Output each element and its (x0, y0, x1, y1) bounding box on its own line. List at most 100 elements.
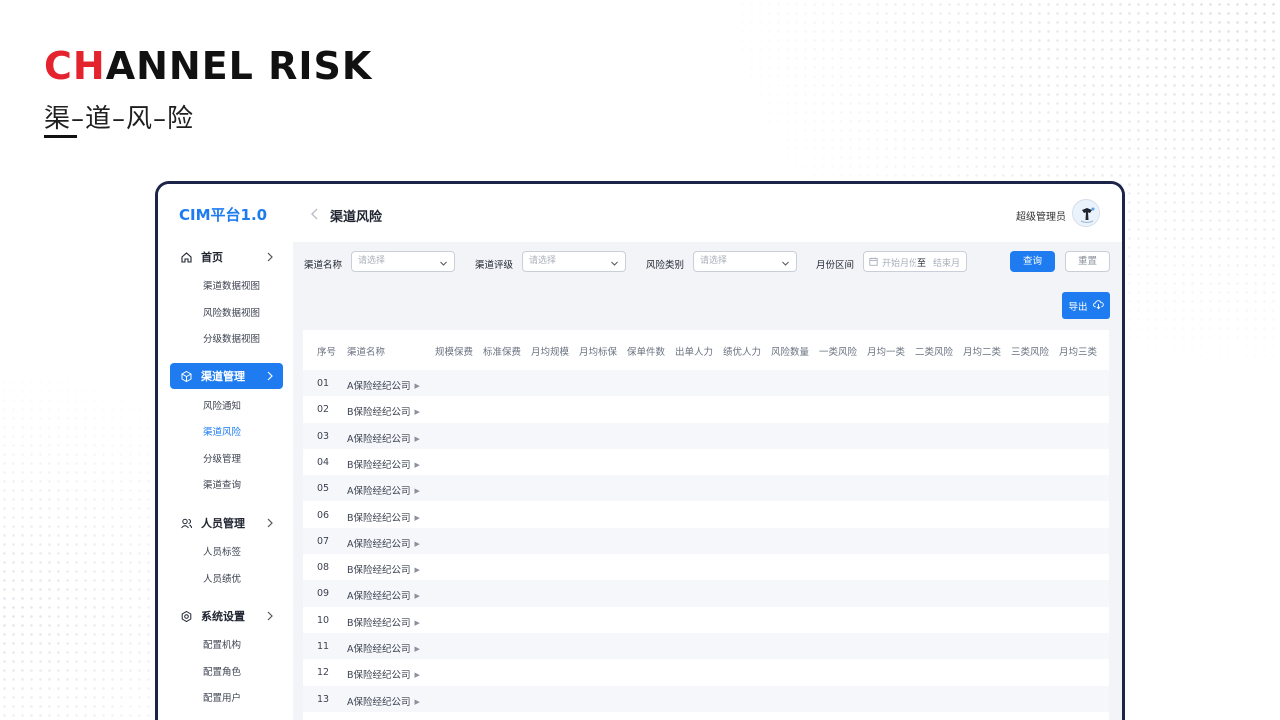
table-row[interactable]: 02 B保险经纪公司 ▶ (303, 396, 1109, 423)
row-number: 03 (317, 430, 330, 442)
sidebar-item-config-user[interactable]: 配置用户 (203, 690, 241, 704)
table-row[interactable]: 04 B保险经纪公司 ▶ (303, 448, 1109, 476)
table-row[interactable]: 14B保险经纪公司▶ (303, 711, 1109, 720)
sidebar-group-label: 系统设置 (201, 610, 245, 623)
table-row[interactable]: 12 B保险经纪公司 ▶ (303, 659, 1109, 686)
channel-name-text: A保险经纪公司 (347, 538, 411, 550)
caret-right-icon[interactable]: ▶ (415, 671, 420, 679)
table-row[interactable]: 10 B保险经纪公司 ▶ (303, 606, 1109, 633)
sidebar-item-staff-tags[interactable]: 人员标签 (203, 544, 241, 558)
hero-title: CHANNEL RISK (44, 44, 372, 88)
select-placeholder: 请选择 (700, 256, 728, 266)
sidebar-item-grade-management[interactable]: 分级管理 (203, 451, 241, 465)
data-table: 序号 渠道名称 规模保费 标准保费 月均规模 月均标保 保单件数 出单人力 绩优人力 风险数量 一类… (303, 330, 1109, 720)
row-number: 13 (317, 693, 330, 705)
sidebar-item-risk-notice[interactable]: 风险通知 (203, 398, 241, 412)
row-number: 11 (317, 641, 330, 652)
main-content: 渠道名称 请选择 渠道评级 请选择 风险类别 请选择 月份区间 开始月份 至 结… (293, 242, 1122, 720)
channel-name-cell[interactable]: A保险经纪公司 ▶ (347, 483, 420, 497)
sidebar-item-channel-query[interactable]: 渠道查询 (203, 477, 241, 491)
caret-right-icon[interactable]: ▶ (415, 566, 420, 574)
back-arrow-icon[interactable] (308, 206, 322, 220)
chevron-right-icon (265, 251, 275, 263)
table-row[interactable]: 03 A保险经纪公司 ▶ (303, 422, 1109, 449)
channel-name-cell[interactable]: B保险经纪公司 ▶ (347, 404, 420, 418)
column-header: 规模保费 (435, 347, 474, 358)
chevron-down-icon (439, 257, 448, 266)
sidebar-item-channel-risk[interactable]: 渠道风险 (203, 424, 241, 438)
table-row[interactable]: 07 A保险经纪公司 ▶ (303, 527, 1109, 555)
caret-right-icon[interactable]: ▶ (415, 592, 420, 600)
chevron-right-icon (265, 517, 275, 529)
column-header: 二类风险 (915, 347, 954, 358)
column-header: 月均一类 (867, 347, 906, 358)
gear-icon (180, 610, 193, 623)
caret-right-icon[interactable]: ▶ (415, 461, 420, 469)
page-title: 渠道风险 (330, 210, 383, 225)
channel-name-cell[interactable]: A保险经纪公司 ▶ (347, 431, 420, 445)
caret-right-icon[interactable]: ▶ (415, 619, 420, 627)
sidebar-group-system-settings[interactable]: 系统设置 (170, 603, 283, 629)
channel-name-cell[interactable]: B保险经纪公司 ▶ (347, 615, 420, 629)
caret-right-icon[interactable]: ▶ (415, 382, 420, 390)
risk-type-select[interactable]: 请选择 (693, 251, 797, 272)
sidebar-group-channel-management[interactable]: 渠道管理 (170, 363, 283, 389)
row-number: 01 (317, 378, 330, 389)
sidebar-item-grade-data-view[interactable]: 分级数据视图 (203, 331, 260, 345)
caret-right-icon[interactable]: ▶ (415, 487, 420, 495)
table-row[interactable]: 08 B保险经纪公司 ▶ (303, 554, 1109, 581)
user-name[interactable]: 超级管理员 (1016, 208, 1066, 223)
reset-button[interactable]: 重置 (1065, 251, 1110, 272)
sidebar-item-config-org[interactable]: 配置机构 (203, 637, 241, 651)
sidebar: 首页 渠道数据视图 风险数据视图 分级数据视图 渠道管理 风险通知 渠道风险 分… (158, 242, 293, 720)
channel-name-cell[interactable]: B保险经纪公司 ▶ (347, 562, 420, 576)
month-range-picker[interactable]: 开始月份 至 结束月 (863, 251, 967, 272)
caret-right-icon[interactable]: ▶ (415, 540, 420, 548)
table-row[interactable]: 11 A保险经纪公司 ▶ (303, 633, 1109, 660)
sidebar-item-config-role[interactable]: 配置角色 (203, 664, 241, 678)
query-button[interactable]: 查询 (1010, 251, 1055, 272)
channel-name-cell[interactable]: B保险经纪公司 ▶ (347, 457, 420, 471)
channel-rating-select[interactable]: 请选择 (522, 251, 626, 272)
column-header: 序号 (317, 347, 337, 358)
sidebar-item-staff-performance[interactable]: 人员绩优 (203, 571, 241, 585)
channel-name-cell[interactable]: A保险经纪公司 ▶ (347, 378, 420, 392)
hero-title-accent: CH (44, 44, 106, 88)
channel-name-cell[interactable]: A保险经纪公司 ▶ (347, 694, 420, 708)
caret-right-icon[interactable]: ▶ (415, 698, 420, 706)
table-row[interactable]: 06 B保险经纪公司 ▶ (303, 501, 1109, 528)
channel-name-cell[interactable]: B保险经纪公司 ▶ (347, 667, 420, 681)
caret-right-icon[interactable]: ▶ (415, 408, 420, 416)
channel-name-text: A保险经纪公司 (347, 644, 411, 655)
sidebar-item-risk-data-view[interactable]: 风险数据视图 (203, 305, 260, 319)
brand-logo[interactable]: CIM平台1.0 (179, 204, 267, 225)
sidebar-group-staff-management[interactable]: 人员管理 (170, 510, 283, 536)
sidebar-group-home[interactable]: 首页 (170, 244, 283, 270)
caret-right-icon[interactable]: ▶ (415, 435, 420, 443)
channel-name-text: A保险经纪公司 (347, 591, 411, 603)
table-row[interactable]: 09 A保险经纪公司 ▶ (303, 580, 1109, 607)
row-number: 06 (317, 509, 330, 521)
users-icon (180, 517, 193, 530)
month-range-label: 月份区间 (816, 260, 855, 271)
caret-right-icon[interactable]: ▶ (415, 514, 420, 522)
channel-name-cell[interactable]: A保险经纪公司 ▶ (347, 641, 420, 655)
row-number: 08 (317, 562, 330, 574)
export-button[interactable]: 导出 (1062, 292, 1110, 319)
avatar[interactable] (1072, 199, 1100, 227)
channel-name-cell[interactable]: A保险经纪公司 ▶ (347, 588, 420, 602)
select-placeholder: 请选择 (529, 256, 557, 266)
channel-name-cell[interactable]: A保险经纪公司 ▶ (347, 536, 420, 550)
channel-name-select[interactable]: 请选择 (351, 251, 455, 272)
calendar-icon (869, 257, 878, 266)
channel-name-text: B保险经纪公司 (347, 407, 411, 419)
column-header: 标准保费 (483, 347, 522, 358)
channel-rating-label: 渠道评级 (475, 260, 514, 271)
channel-name-cell[interactable]: B保险经纪公司 ▶ (347, 510, 420, 524)
table-row[interactable]: 01 A保险经纪公司 ▶ (303, 370, 1109, 397)
table-row[interactable]: 13 A保险经纪公司 ▶ (303, 685, 1109, 712)
caret-right-icon[interactable]: ▶ (415, 645, 420, 653)
sidebar-item-channel-data-view[interactable]: 渠道数据视图 (203, 278, 260, 292)
table-row[interactable]: 05 A保险经纪公司 ▶ (303, 475, 1109, 502)
month-start-placeholder: 开始月份 (882, 259, 916, 269)
